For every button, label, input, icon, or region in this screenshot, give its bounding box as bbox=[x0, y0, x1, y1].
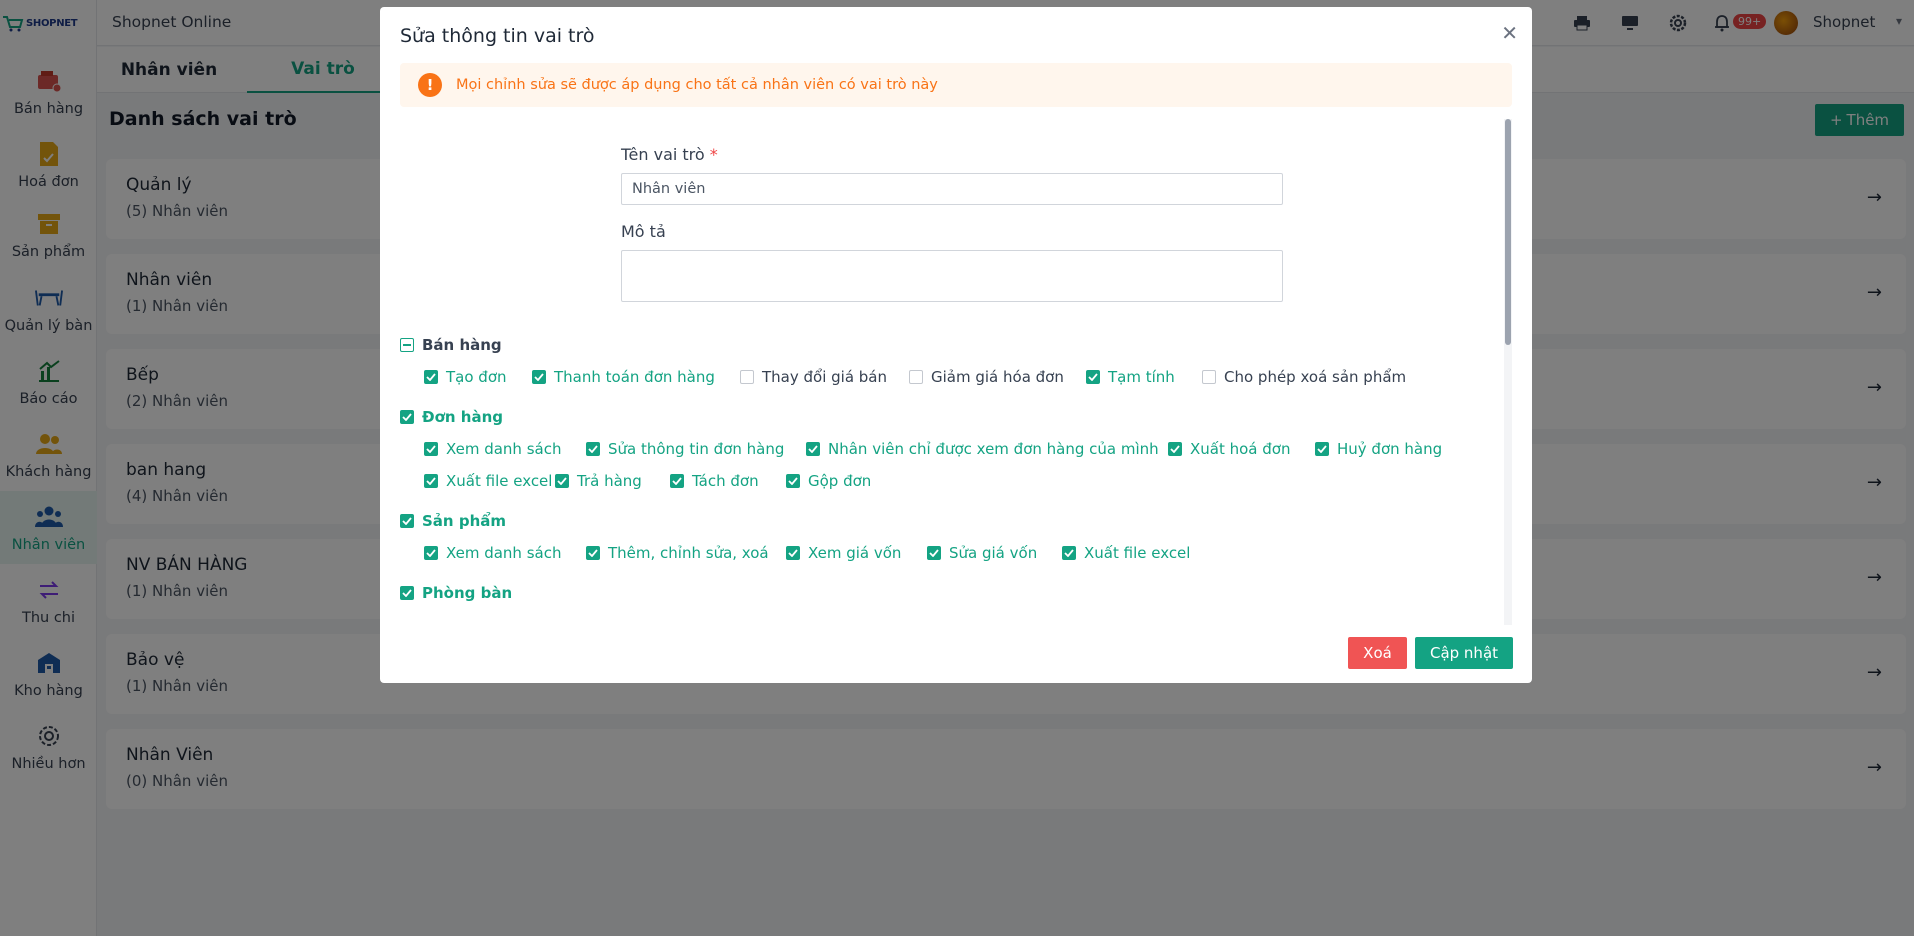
required-mark: * bbox=[709, 145, 718, 164]
permissions-scroll-area[interactable]: Tên vai trò * Nhân viên Mô tả Bán hàng T… bbox=[400, 119, 1512, 625]
group-ban-hang[interactable]: Bán hàng bbox=[400, 335, 502, 355]
perm-label: Cho phép xoá sản phẩm bbox=[1224, 368, 1407, 386]
group-san-pham[interactable]: Sản phẩm bbox=[400, 511, 506, 531]
perm-label: Xem danh sách bbox=[446, 440, 562, 458]
group-label: Phòng bàn bbox=[422, 584, 513, 602]
perm-checkbox[interactable]: Xuất hoá đơn bbox=[1168, 439, 1290, 459]
perm-checkbox[interactable]: Xem danh sách bbox=[424, 543, 561, 563]
perm-checkbox[interactable]: Giảm giá hóa đơn bbox=[909, 367, 1064, 387]
description-textarea[interactable] bbox=[621, 250, 1283, 302]
checkbox-empty bbox=[1202, 370, 1216, 384]
perm-label: Gộp đơn bbox=[808, 472, 872, 490]
checkmark-icon[interactable] bbox=[400, 586, 414, 600]
group-label: Bán hàng bbox=[422, 336, 502, 354]
checkmark-icon bbox=[424, 370, 438, 384]
alert-text: Mọi chỉnh sửa sẽ được áp dụng cho tất cả… bbox=[456, 77, 938, 93]
perm-checkbox[interactable]: Thanh toán đơn hàng bbox=[532, 367, 715, 387]
perm-checkbox[interactable]: Tách đơn bbox=[670, 471, 759, 491]
scrollbar-thumb[interactable] bbox=[1505, 119, 1511, 345]
perm-label: Nhân viên chỉ được xem đơn hàng của mình bbox=[828, 440, 1159, 458]
perm-label: Xuất hoá đơn bbox=[1190, 440, 1291, 458]
checkmark-icon bbox=[586, 442, 600, 456]
perm-label: Huỷ đơn hàng bbox=[1337, 440, 1443, 458]
perm-checkbox[interactable]: Xem danh sách bbox=[424, 439, 561, 459]
checkmark-icon bbox=[424, 546, 438, 560]
checkbox-empty bbox=[909, 370, 923, 384]
perm-label: Sửa thông tin đơn hàng bbox=[608, 440, 785, 458]
perm-checkbox[interactable]: Sửa giá vốn bbox=[927, 543, 1037, 563]
checkmark-icon bbox=[424, 474, 438, 488]
checkmark-icon bbox=[586, 546, 600, 560]
role-name-input[interactable]: Nhân viên bbox=[621, 173, 1283, 205]
perm-label: Thêm, chỉnh sửa, xoá bbox=[608, 544, 769, 562]
perm-label: Tạm tính bbox=[1108, 368, 1175, 386]
perm-checkbox[interactable]: Huỷ đơn hàng bbox=[1315, 439, 1442, 459]
perm-checkbox[interactable]: Cho phép xoá sản phẩm bbox=[1202, 367, 1406, 387]
group-label: Sản phẩm bbox=[422, 512, 506, 530]
checkmark-icon bbox=[786, 546, 800, 560]
perm-checkbox[interactable]: Thay đổi giá bán bbox=[740, 367, 887, 387]
delete-button[interactable]: Xoá bbox=[1348, 637, 1407, 669]
perm-checkbox[interactable]: Tạm tính bbox=[1086, 367, 1175, 387]
description-label: Mô tả bbox=[621, 222, 666, 241]
perm-label: Sửa giá vốn bbox=[949, 544, 1038, 562]
perm-checkbox[interactable]: Xem giá vốn bbox=[786, 543, 901, 563]
perm-label: Trả hàng bbox=[577, 472, 642, 490]
warning-alert: ! Mọi chỉnh sửa sẽ được áp dụng cho tất … bbox=[400, 63, 1512, 107]
checkmark-icon bbox=[786, 474, 800, 488]
role-name-label-text: Tên vai trò bbox=[621, 145, 705, 164]
checkmark-icon bbox=[532, 370, 546, 384]
checkmark-icon bbox=[1315, 442, 1329, 456]
checkmark-icon bbox=[1062, 546, 1076, 560]
perm-label: Tạo đơn bbox=[446, 368, 507, 386]
checkbox-empty bbox=[740, 370, 754, 384]
checkmark-icon bbox=[670, 474, 684, 488]
close-icon[interactable]: ✕ bbox=[1501, 21, 1518, 45]
perm-checkbox[interactable]: Tạo đơn bbox=[424, 367, 507, 387]
perm-checkbox[interactable]: Gộp đơn bbox=[786, 471, 871, 491]
perm-label: Xem danh sách bbox=[446, 544, 562, 562]
perm-checkbox[interactable]: Thêm, chỉnh sửa, xoá bbox=[586, 543, 769, 563]
perm-label: Xuất file excel bbox=[1084, 544, 1191, 562]
checkmark-icon[interactable] bbox=[400, 410, 414, 424]
perm-checkbox[interactable]: Nhân viên chỉ được xem đơn hàng của mình bbox=[806, 439, 1159, 459]
checkmark-icon bbox=[1086, 370, 1100, 384]
perm-label: Giảm giá hóa đơn bbox=[931, 368, 1064, 386]
perm-label: Tách đơn bbox=[692, 472, 759, 490]
perm-checkbox[interactable]: Trả hàng bbox=[555, 471, 642, 491]
warning-icon: ! bbox=[418, 73, 442, 97]
checkmark-icon bbox=[424, 442, 438, 456]
checkmark-icon bbox=[806, 442, 820, 456]
modal-title: Sửa thông tin vai trò bbox=[400, 25, 595, 47]
group-label: Đơn hàng bbox=[422, 408, 503, 426]
checkmark-icon bbox=[555, 474, 569, 488]
checkmark-icon bbox=[927, 546, 941, 560]
edit-role-modal: Sửa thông tin vai trò ✕ ! Mọi chỉnh sửa … bbox=[380, 7, 1532, 683]
perm-label: Xuất file excel bbox=[446, 472, 553, 490]
group-phong-ban[interactable]: Phòng bàn bbox=[400, 583, 512, 603]
checkmark-icon bbox=[1168, 442, 1182, 456]
group-checkbox-indeterminate[interactable] bbox=[400, 338, 414, 352]
checkmark-icon[interactable] bbox=[400, 514, 414, 528]
perm-label: Thanh toán đơn hàng bbox=[554, 368, 715, 386]
role-name-label: Tên vai trò * bbox=[621, 145, 718, 164]
perm-checkbox[interactable]: Xuất file excel bbox=[1062, 543, 1190, 563]
perm-label: Xem giá vốn bbox=[808, 544, 902, 562]
perm-label: Thay đổi giá bán bbox=[762, 368, 888, 386]
update-button[interactable]: Cập nhật bbox=[1415, 637, 1513, 669]
perm-checkbox[interactable]: Sửa thông tin đơn hàng bbox=[586, 439, 784, 459]
group-don-hang[interactable]: Đơn hàng bbox=[400, 407, 503, 427]
perm-checkbox[interactable]: Xuất file excel bbox=[424, 471, 552, 491]
